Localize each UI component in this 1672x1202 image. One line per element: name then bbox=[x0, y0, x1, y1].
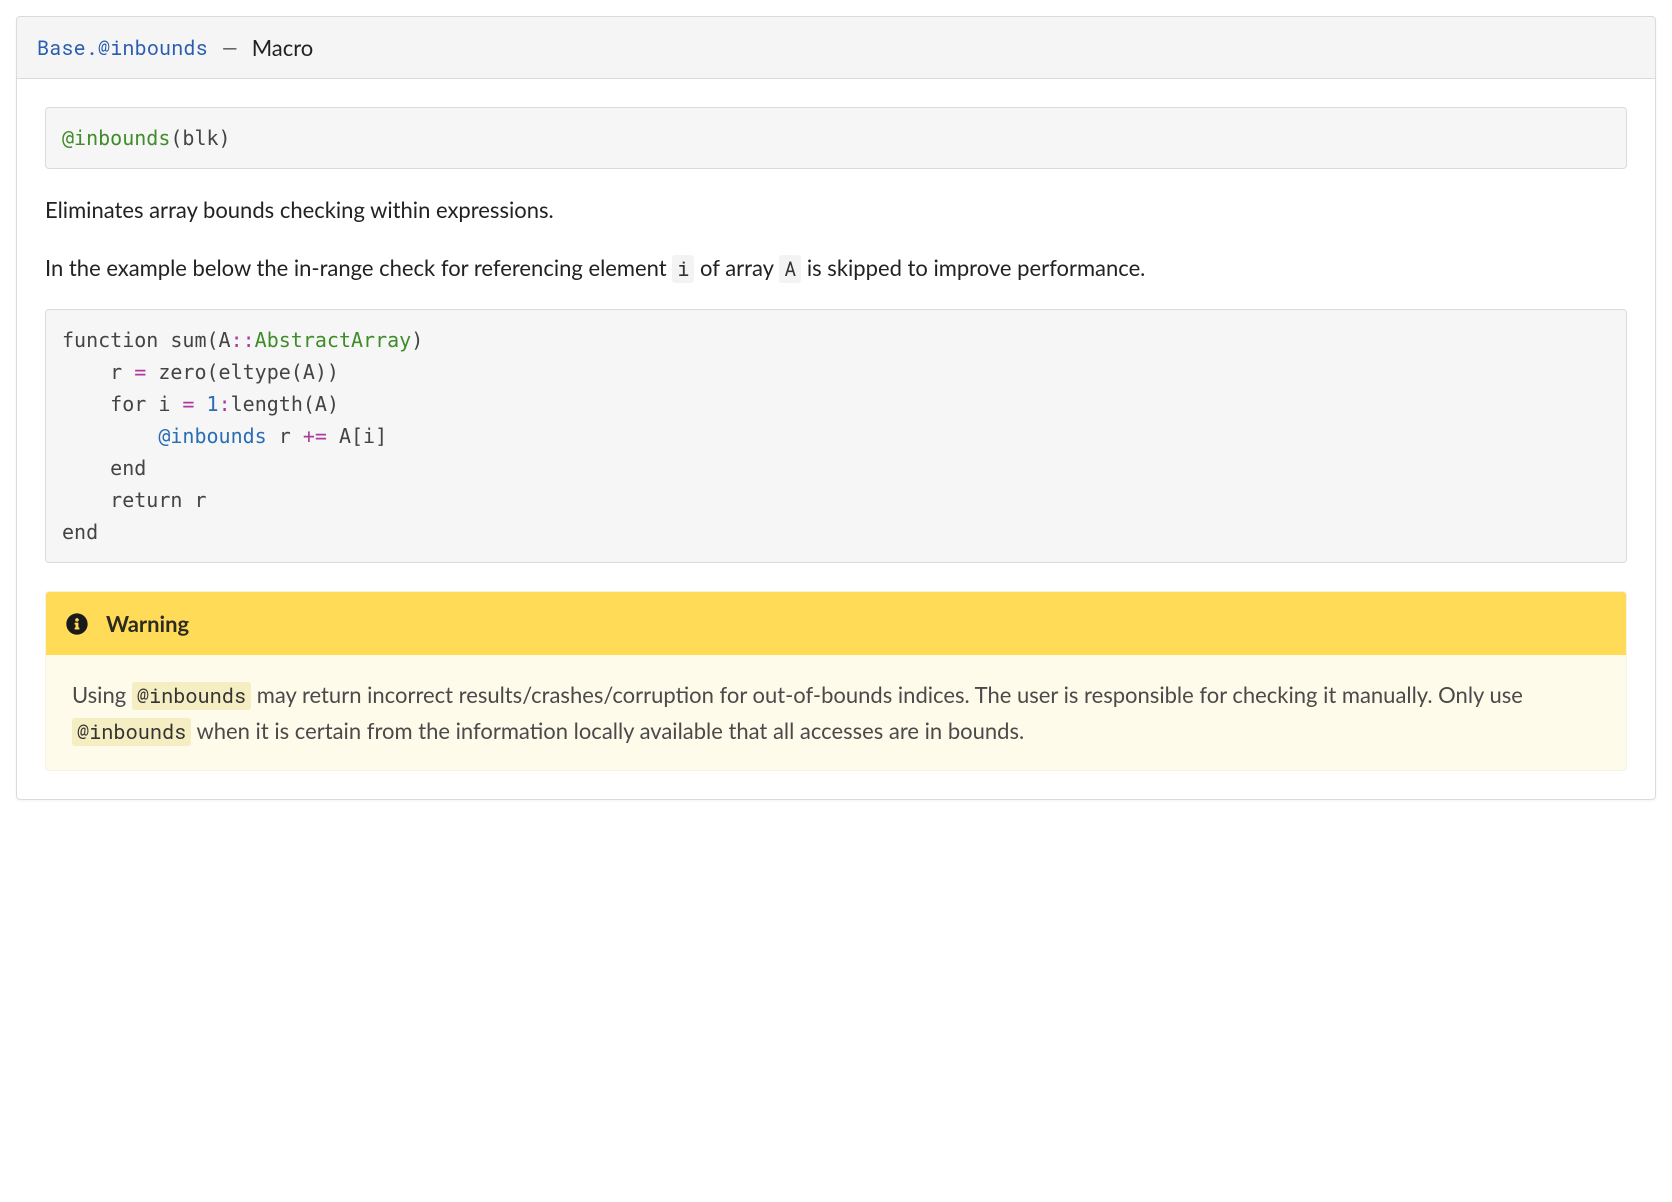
example-code-block: function sum(A::AbstractArray) r = zero(… bbox=[45, 309, 1627, 563]
binding-link[interactable]: Base.@inbounds bbox=[37, 33, 208, 63]
warn-t3: when it is certain from the information … bbox=[191, 717, 1024, 744]
warning-header: Warning bbox=[46, 592, 1626, 655]
paragraph-description: Eliminates array bounds checking within … bbox=[45, 193, 1627, 227]
para2-pre: In the example below the in-range check … bbox=[45, 254, 672, 281]
signature-code: @inbounds(blk) bbox=[62, 126, 231, 150]
signature-suffix: (blk) bbox=[170, 126, 230, 150]
para2-mid: of array bbox=[694, 254, 779, 281]
paragraph-example-intro: In the example below the in-range check … bbox=[45, 251, 1627, 285]
docstring-category: Macro bbox=[252, 31, 314, 64]
docstring-body: @inbounds(blk) Eliminates array bounds c… bbox=[17, 79, 1655, 799]
signature-macro: @inbounds bbox=[62, 126, 170, 150]
docstring-block: Base.@inbounds — Macro @inbounds(blk) El… bbox=[16, 16, 1656, 800]
warn-t1: Using bbox=[72, 681, 132, 708]
warn-code-2: @inbounds bbox=[72, 718, 191, 746]
inline-code-i: i bbox=[672, 255, 694, 283]
docstring-header: Base.@inbounds — Macro bbox=[17, 17, 1655, 79]
para2-post: is skipped to improve performance. bbox=[801, 254, 1145, 281]
warning-icon bbox=[66, 613, 88, 635]
inline-code-a: A bbox=[779, 255, 801, 283]
warning-admonition: Warning Using @inbounds may return incor… bbox=[45, 591, 1627, 771]
warn-t2: may return incorrect results/crashes/cor… bbox=[251, 681, 1523, 708]
header-dash: — bbox=[222, 33, 238, 63]
warning-body: Using @inbounds may return incorrect res… bbox=[46, 655, 1626, 770]
warn-code-1: @inbounds bbox=[132, 682, 251, 710]
signature-block: @inbounds(blk) bbox=[45, 107, 1627, 169]
example-code: function sum(A::AbstractArray) r = zero(… bbox=[62, 328, 423, 544]
warning-title: Warning bbox=[106, 607, 189, 640]
